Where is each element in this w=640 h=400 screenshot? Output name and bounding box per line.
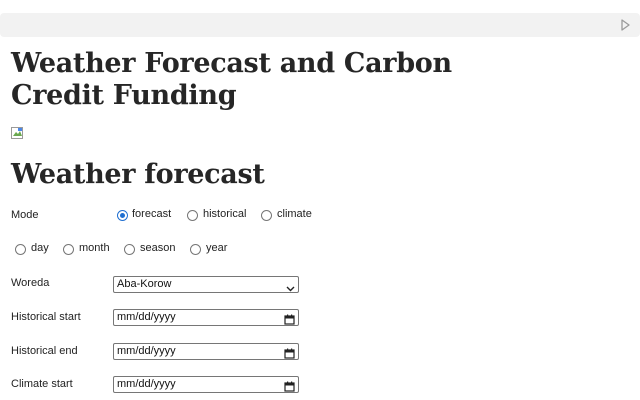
historical-start-label: Historical start — [11, 311, 81, 323]
play-icon[interactable] — [618, 18, 632, 32]
top-toolbar — [0, 13, 640, 37]
calendar-icon[interactable] — [284, 312, 295, 325]
mode-option-forecast: forecast — [132, 208, 172, 220]
calendar-icon[interactable] — [284, 379, 295, 392]
period-option-season: season — [140, 242, 176, 254]
woreda-label: Woreda — [11, 277, 50, 289]
mode-label: Mode — [11, 209, 39, 221]
mode-option-climate: climate — [277, 208, 312, 220]
section-heading: Weather forecast — [11, 159, 265, 190]
historical-start-date-input[interactable]: mm/dd/yyyy — [113, 309, 299, 326]
period-radio-season[interactable] — [124, 244, 135, 255]
calendar-icon[interactable] — [284, 346, 295, 359]
mode-radio-climate[interactable] — [261, 210, 272, 221]
period-option-year: year — [206, 242, 228, 254]
period-radio-year[interactable] — [190, 244, 201, 255]
period-option-month: month — [79, 242, 110, 254]
page-title: Weather Forecast and Carbon Credit Fundi… — [11, 48, 452, 111]
period-radio-month[interactable] — [63, 244, 74, 255]
climate-start-date-input[interactable]: mm/dd/yyyy — [113, 376, 299, 393]
woreda-select[interactable]: Aba-Korow — [113, 276, 299, 293]
mode-radio-forecast[interactable] — [117, 210, 128, 221]
historical-end-label: Historical end — [11, 345, 78, 357]
climate-start-value: mm/dd/yyyy — [117, 378, 176, 390]
broken-image-icon — [11, 127, 25, 140]
historical-end-date-input[interactable]: mm/dd/yyyy — [113, 343, 299, 360]
mode-option-historical: historical — [203, 208, 247, 220]
woreda-selected-value: Aba-Korow — [117, 278, 172, 290]
period-option-day: day — [31, 242, 49, 254]
period-radio-day[interactable] — [15, 244, 26, 255]
chevron-down-icon — [286, 280, 295, 292]
mode-radio-historical[interactable] — [187, 210, 198, 221]
historical-start-value: mm/dd/yyyy — [117, 311, 176, 323]
climate-start-label: Climate start — [11, 378, 73, 390]
historical-end-value: mm/dd/yyyy — [117, 345, 176, 357]
